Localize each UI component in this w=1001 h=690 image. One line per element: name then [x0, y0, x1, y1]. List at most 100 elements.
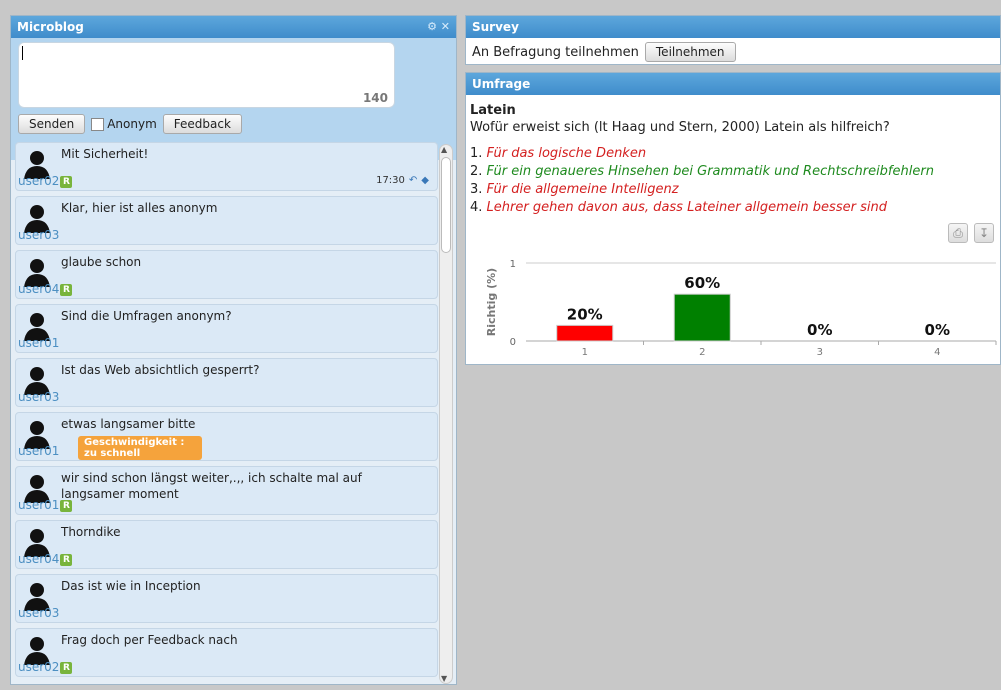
role-badge: R: [60, 553, 73, 566]
username[interactable]: user02: [18, 174, 59, 188]
answer-item: 1. Für das logische Denken: [470, 145, 1000, 163]
participate-button[interactable]: Teilnehmen: [644, 42, 736, 62]
x-tick-label: 4: [934, 347, 940, 358]
post-text: Mit Sicherheit!: [61, 147, 149, 161]
answer-number: 4.: [470, 200, 487, 215]
feed-post[interactable]: Ist das Web absichtlich gesperrt? user03: [15, 358, 438, 407]
feed-post[interactable]: Sind die Umfragen anonym? user01: [15, 304, 438, 353]
username[interactable]: user01: [18, 336, 59, 350]
feed-post[interactable]: wir sind schon längst weiter,.,, ich sch…: [15, 466, 438, 515]
username[interactable]: user02: [18, 660, 59, 674]
survey-titlebar[interactable]: Survey: [466, 16, 1000, 38]
answer-text: Für die allgemeine Intelligenz: [486, 182, 679, 197]
role-badge: R: [60, 175, 73, 188]
close-icon[interactable]: ✕: [441, 20, 450, 33]
answer-number: 1.: [470, 146, 487, 161]
post-user[interactable]: user02 R: [18, 174, 73, 188]
anonymous-label: Anonym: [107, 117, 157, 131]
survey-title: Survey: [472, 20, 519, 34]
role-badge: R: [60, 499, 73, 512]
post-user[interactable]: user03: [18, 606, 59, 620]
settings-icon[interactable]: ⚙: [427, 20, 437, 33]
window-controls: ⚙ ✕: [427, 16, 450, 38]
y-axis-label: Richtig (%): [485, 268, 498, 336]
post-text: wir sind schon längst weiter,.,, ich sch…: [61, 471, 362, 501]
feed-scrollbar[interactable]: ▲ ▼: [439, 144, 453, 684]
x-tick-label: 1: [582, 347, 588, 358]
send-button[interactable]: Senden: [18, 114, 86, 134]
feed-post[interactable]: Das ist wie in Inception user03: [15, 574, 438, 623]
post-text: Sind die Umfragen anonym?: [61, 309, 232, 323]
post-text: etwas langsamer bitte: [61, 417, 196, 431]
poll-titlebar[interactable]: Umfrage: [466, 73, 1000, 95]
post-user[interactable]: user04 R: [18, 552, 73, 566]
results-chart: 10Richtig (%) 20%160%20%30%4: [485, 259, 997, 358]
feed-post[interactable]: Klar, hier ist alles anonym user03: [15, 196, 438, 245]
answer-item: 2. Für ein genaueres Hinsehen bei Gramma…: [470, 163, 1000, 181]
post-text: Klar, hier ist alles anonym: [61, 201, 218, 215]
username[interactable]: user04: [18, 282, 59, 296]
bar-value-label: 20%: [567, 305, 603, 323]
post-text: Thorndike: [61, 525, 121, 539]
username[interactable]: user04: [18, 552, 59, 566]
scroll-up-icon[interactable]: ▲: [441, 145, 447, 154]
download-icon[interactable]: ↧: [974, 223, 994, 243]
feedback-tag: Geschwindigkeit : zu schnell: [78, 436, 202, 460]
username[interactable]: user01: [18, 444, 59, 458]
post-user[interactable]: user01: [18, 444, 59, 458]
feedback-button[interactable]: Feedback: [162, 114, 242, 134]
post-user[interactable]: user03: [18, 390, 59, 404]
poll-heading: Latein: [470, 103, 516, 118]
text-cursor: [22, 46, 23, 60]
poll-title: Umfrage: [472, 77, 531, 91]
bar-value-label: 0%: [925, 321, 950, 339]
post-user[interactable]: user03: [18, 228, 59, 242]
answer-item: 3. Für die allgemeine Intelligenz: [470, 181, 1000, 199]
role-badge: R: [60, 283, 73, 296]
answer-text: Für das logische Denken: [486, 146, 647, 161]
username[interactable]: user03: [18, 390, 59, 404]
role-badge: R: [60, 661, 73, 674]
compose-actions: Senden Anonym Feedback: [18, 114, 242, 134]
answer-item: 4. Lehrer gehen davon aus, dass Lateiner…: [470, 199, 1000, 217]
post-user[interactable]: user01 R: [18, 498, 73, 512]
feed-post[interactable]: Mit Sicherheit! user02 R 17:30 ↶ ◆: [15, 142, 438, 191]
bar: [673, 293, 731, 342]
feed-post[interactable]: etwas langsamer bitte Geschwindigkeit : z…: [15, 412, 438, 461]
reply-icon[interactable]: ↶: [409, 175, 417, 186]
feed-post[interactable]: Frag doch per Feedback nach user02 R: [15, 628, 438, 677]
username[interactable]: user03: [18, 228, 59, 242]
bar-value-label: 0%: [807, 321, 832, 339]
answer-text: Lehrer gehen davon aus, dass Lateiner al…: [486, 200, 887, 215]
y-tick-label: 0: [510, 337, 516, 348]
post-user[interactable]: user02 R: [18, 660, 73, 674]
microblog-window: Microblog ⚙ ✕ 140 Senden Anonym Feedback…: [10, 15, 457, 685]
microblog-title: Microblog: [17, 20, 84, 34]
poll-window: Umfrage Latein Wofür erweist sich (lt Ha…: [465, 72, 1001, 365]
tag-icon[interactable]: ◆: [421, 175, 429, 186]
message-feed[interactable]: Mit Sicherheit! user02 R 17:30 ↶ ◆ Klar, hier …: [15, 142, 438, 685]
post-meta: 17:30 ↶ ◆: [376, 175, 429, 186]
feed-post[interactable]: glaube schon user04 R: [15, 250, 438, 299]
scroll-down-icon[interactable]: ▼: [441, 674, 447, 683]
scroll-thumb[interactable]: [441, 157, 451, 253]
char-counter: 140: [362, 91, 388, 105]
x-tick-label: 3: [817, 347, 823, 358]
post-text: Frag doch per Feedback nach: [61, 633, 238, 647]
bar-value-label: 60%: [684, 274, 720, 292]
checkbox-box[interactable]: [91, 117, 105, 131]
answer-text: Für ein genaueres Hinsehen bei Grammatik…: [486, 164, 934, 179]
post-user[interactable]: user04 R: [18, 282, 73, 296]
username[interactable]: user01: [18, 498, 59, 512]
post-text: Ist das Web absichtlich gesperrt?: [61, 363, 260, 377]
post-text: Das ist wie in Inception: [61, 579, 201, 593]
anonymous-checkbox[interactable]: Anonym: [91, 117, 157, 131]
microblog-titlebar[interactable]: Microblog ⚙ ✕: [11, 16, 456, 38]
post-text: glaube schon: [61, 255, 142, 269]
print-icon[interactable]: ⎙: [948, 223, 968, 243]
message-input[interactable]: 140: [18, 42, 395, 108]
post-user[interactable]: user01: [18, 336, 59, 350]
answer-list: 1. Für das logische Denken 2. Für ein gen…: [470, 145, 1000, 217]
username[interactable]: user03: [18, 606, 59, 620]
feed-post[interactable]: Thorndike user04 R: [15, 520, 438, 569]
